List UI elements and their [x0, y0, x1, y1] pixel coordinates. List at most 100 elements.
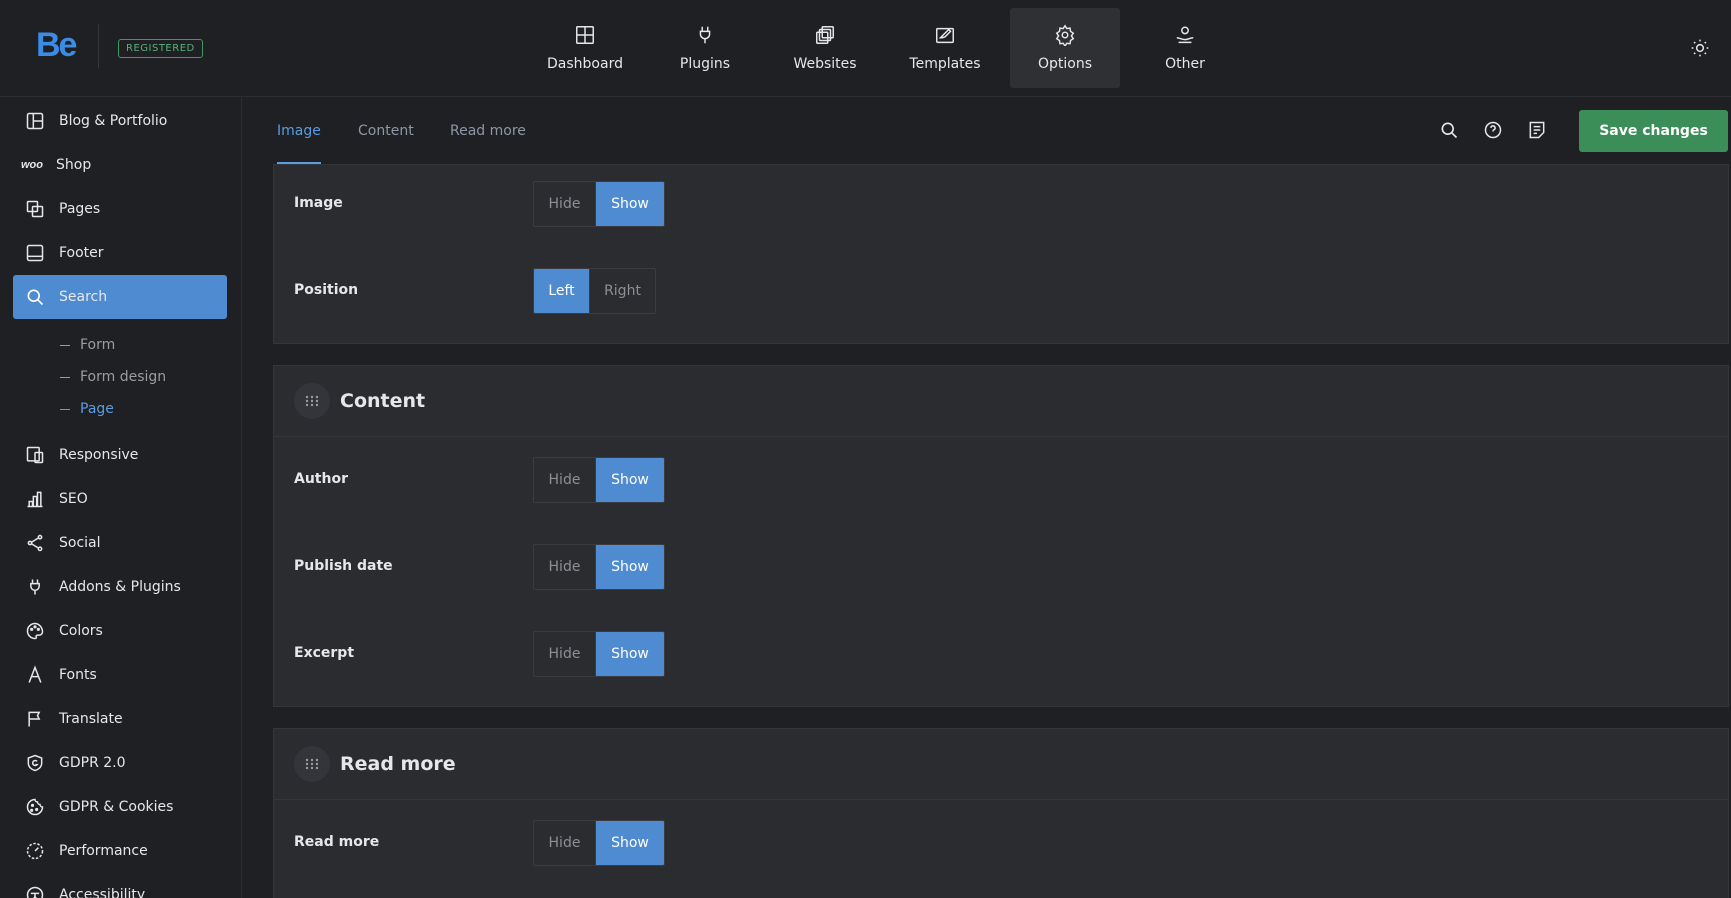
- sidebar-subitem-page[interactable]: Page: [60, 397, 114, 421]
- tab-read-more[interactable]: Read more: [450, 97, 526, 164]
- sidebar-subitem-form-design[interactable]: Form design: [60, 365, 166, 389]
- sidebar-item-label: Blog & Portfolio: [59, 113, 168, 129]
- sidebar-item-footer[interactable]: Footer: [13, 231, 227, 275]
- right-option[interactable]: Right: [590, 269, 655, 313]
- show-option[interactable]: Show: [596, 182, 664, 226]
- cookie-icon: [26, 798, 44, 816]
- field-label: Excerpt: [294, 645, 355, 661]
- topnav-dashboard[interactable]: Dashboard: [530, 8, 640, 88]
- sidebar-item-label: Fonts: [59, 667, 97, 683]
- sidebar-item-blog-portfolio[interactable]: Blog & Portfolio: [13, 99, 227, 143]
- save-changes-button[interactable]: Save changes: [1579, 110, 1728, 152]
- sidebar-item-shop[interactable]: woo Shop: [13, 143, 227, 187]
- sidebar-item-fonts[interactable]: Fonts: [13, 653, 227, 697]
- sidebar-item-accessibility[interactable]: Accessibility: [13, 873, 227, 898]
- dash-marker: [60, 408, 70, 410]
- topnav-options[interactable]: Options: [1010, 8, 1120, 88]
- read-more-visibility-toggle: Hide Show: [533, 820, 665, 866]
- sidebar-item-gdpr[interactable]: GDPR 2.0: [13, 741, 227, 785]
- topnav-other[interactable]: Other: [1130, 8, 1240, 88]
- sidebar-item-label: Shop: [56, 157, 92, 173]
- tab-image[interactable]: Image: [277, 97, 321, 164]
- topnav-plugins[interactable]: Plugins: [650, 8, 760, 88]
- sidebar-item-social[interactable]: Social: [13, 521, 227, 565]
- show-option[interactable]: Show: [596, 632, 664, 676]
- notes-icon[interactable]: [1527, 120, 1547, 140]
- sidebar-item-label: Colors: [59, 623, 103, 639]
- sidebar-item-gdpr-cookies[interactable]: GDPR & Cookies: [13, 785, 227, 829]
- topnav-websites-label: Websites: [793, 56, 857, 72]
- footer-icon: [26, 244, 44, 262]
- topnav-templates-label: Templates: [909, 56, 981, 72]
- topnav-plugins-label: Plugins: [679, 56, 731, 72]
- sidebar-item-translate[interactable]: Translate: [13, 697, 227, 741]
- topnav-options-label: Options: [1037, 56, 1093, 72]
- hide-option[interactable]: Hide: [534, 458, 596, 502]
- woo-icon: woo: [21, 159, 43, 171]
- flag-icon: [28, 711, 41, 727]
- dashboard-icon: [576, 26, 594, 44]
- plug-icon: [30, 579, 40, 595]
- author-visibility-toggle: Hide Show: [533, 457, 665, 503]
- sidebar-subitem-label: Form: [80, 337, 116, 353]
- sidebar-subitem-form[interactable]: Form: [60, 333, 115, 357]
- hide-option[interactable]: Hide: [534, 545, 596, 589]
- field-label: Author: [294, 471, 348, 487]
- sidebar-item-label: GDPR & Cookies: [59, 799, 174, 815]
- drag-handle-icon[interactable]: [294, 383, 330, 419]
- responsive-icon: [26, 446, 44, 464]
- tab-content[interactable]: Content: [358, 97, 414, 164]
- sidebar-item-colors[interactable]: Colors: [13, 609, 227, 653]
- show-option[interactable]: Show: [596, 821, 664, 865]
- section-title: Content: [340, 390, 426, 412]
- websites-icon: [816, 26, 834, 44]
- sidebar-item-label: Pages: [59, 201, 101, 217]
- hide-option[interactable]: Hide: [534, 182, 596, 226]
- sidebar-item-pages[interactable]: Pages: [13, 187, 227, 231]
- show-option[interactable]: Show: [596, 545, 664, 589]
- sidebar-item-search[interactable]: Search: [13, 275, 227, 319]
- hide-option[interactable]: Hide: [534, 821, 596, 865]
- gear-icon: [1055, 24, 1075, 46]
- sidebar-item-addons-plugins[interactable]: Addons & Plugins: [13, 565, 227, 609]
- show-option[interactable]: Show: [596, 458, 664, 502]
- share-icon: [27, 534, 43, 552]
- registered-badge: REGISTERED: [118, 39, 203, 58]
- sidebar-item-label: Accessibility: [59, 887, 146, 898]
- image-position-toggle: Left Right: [533, 268, 656, 314]
- hide-option[interactable]: Hide: [534, 632, 596, 676]
- left-option[interactable]: Left: [534, 269, 590, 313]
- image-section-panel: Image Hide Show Position Left Right: [273, 164, 1729, 344]
- sidebar-item-seo[interactable]: SEO: [13, 477, 227, 521]
- sidebar-item-responsive[interactable]: Responsive: [13, 433, 227, 477]
- excerpt-visibility-toggle: Hide Show: [533, 631, 665, 677]
- sidebar-subitem-label: Form design: [80, 369, 167, 385]
- topnav-websites[interactable]: Websites: [770, 8, 880, 88]
- field-label: Publish date: [294, 558, 393, 574]
- section-header: Read more: [274, 729, 1728, 800]
- content-section-panel: Content Author Hide Show Publish date Hi…: [273, 365, 1729, 707]
- logo[interactable]: Be: [36, 26, 77, 65]
- search-icon: [27, 289, 44, 306]
- help-icon[interactable]: [1483, 120, 1503, 140]
- pages-icon: [26, 200, 44, 218]
- sidebar-item-label: Addons & Plugins: [59, 579, 181, 595]
- logo-divider: [98, 24, 99, 68]
- drag-handle-icon[interactable]: [294, 746, 330, 782]
- sun-icon[interactable]: [1690, 38, 1710, 58]
- section-tabs-bar: Image Content Read more: [243, 97, 1731, 164]
- palette-icon: [26, 622, 44, 640]
- section-title: Read more: [340, 753, 456, 775]
- chart-bars-icon: [27, 491, 43, 508]
- font-icon: [28, 665, 42, 683]
- topnav-templates[interactable]: Templates: [890, 8, 1000, 88]
- sidebar-subitem-label: Page: [80, 401, 114, 417]
- sidebar-item-performance[interactable]: Performance: [13, 829, 227, 873]
- field-label: Position: [294, 282, 359, 298]
- field-label: Image: [294, 195, 343, 211]
- field-label: Read more: [294, 834, 380, 850]
- sidebar-item-label: Search: [59, 289, 108, 305]
- search-icon[interactable]: [1439, 120, 1459, 140]
- section-header: Content: [274, 366, 1728, 437]
- sidebar-item-label: Footer: [59, 245, 104, 261]
